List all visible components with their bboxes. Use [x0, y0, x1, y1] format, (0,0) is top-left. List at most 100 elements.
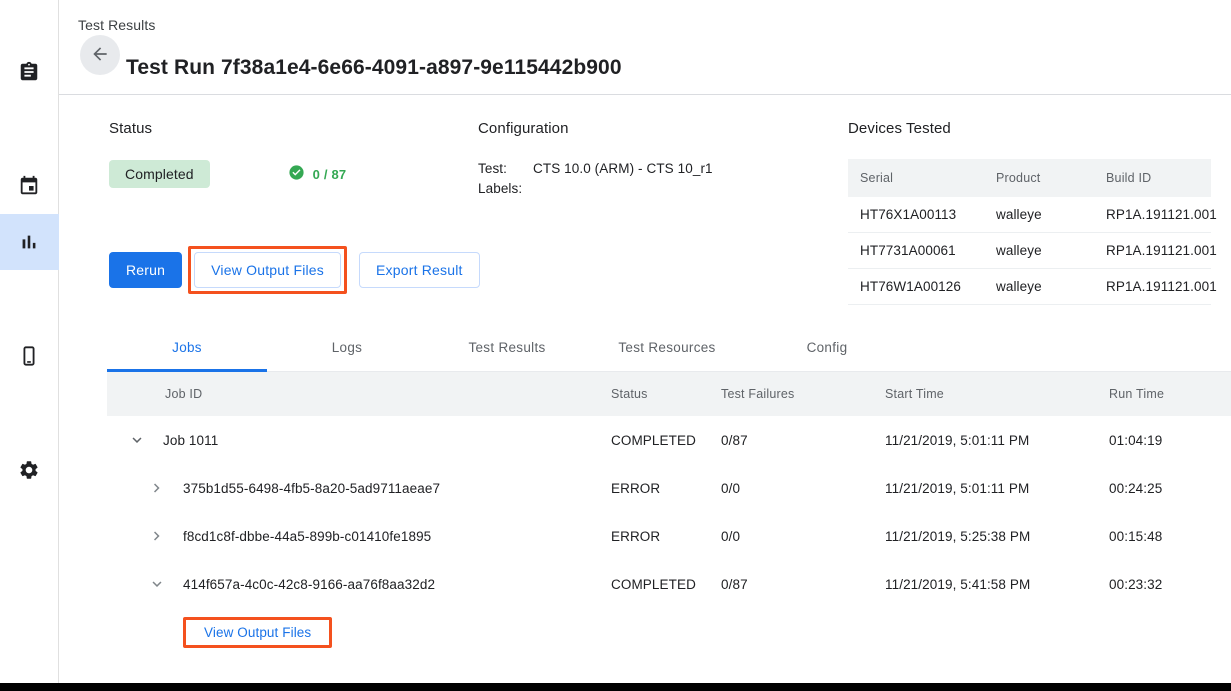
export-result-button[interactable]: Export Result [359, 252, 480, 288]
sidebar-item-test-results[interactable] [0, 214, 59, 270]
test-run-details-page: Test Results Test Run 7f38a1e4-6e66-4091… [0, 0, 1231, 691]
devices-section-title: Devices Tested [848, 120, 1230, 137]
main-content: Status Completed 0 / 87 [59, 96, 1231, 683]
phone-icon [18, 345, 40, 367]
arrow-left-icon [90, 44, 110, 67]
config-key-test: Test: [478, 159, 533, 179]
chevron-right-icon[interactable] [145, 476, 169, 500]
job-status: ERROR [611, 481, 721, 496]
table-row[interactable]: Job 1011 COMPLETED 0/87 11/21/2019, 5:01… [107, 416, 1231, 464]
table-row: HT76W1A00126 walleye RP1A.191121.001 [848, 269, 1211, 305]
job-start-time: 11/21/2019, 5:25:38 PM [885, 529, 1109, 544]
devices-column: Devices Tested Serial Product Build ID H… [848, 120, 1230, 305]
calendar-icon [18, 175, 40, 197]
table-row[interactable]: f8cd1c8f-dbbe-44a5-899b-c01410fe1895 ERR… [107, 512, 1231, 560]
device-serial: HT76W1A00126 [848, 269, 984, 305]
config-key-labels: Labels: [478, 179, 533, 199]
bar-chart-icon [18, 231, 40, 253]
job-status: COMPLETED [611, 577, 721, 592]
tab-logs[interactable]: Logs [267, 324, 427, 371]
tab-test-resources[interactable]: Test Resources [587, 324, 747, 371]
failure-count: 0 / 87 [288, 164, 347, 184]
jobs-column-run-time: Run Time [1109, 387, 1229, 401]
job-output-files-highlight: View Output Files [183, 617, 332, 648]
device-serial: HT76X1A00113 [848, 197, 984, 233]
device-build-id: RP1A.191121.001 [1094, 269, 1211, 305]
job-test-failures: 0/87 [721, 577, 885, 592]
device-build-id: RP1A.191121.001 [1094, 233, 1211, 269]
job-id-text: f8cd1c8f-dbbe-44a5-899b-c01410fe1895 [183, 529, 431, 544]
configuration-section-title: Configuration [478, 120, 838, 137]
job-detail-row: View Output Files [107, 608, 1231, 656]
chevron-right-icon[interactable] [145, 524, 169, 548]
status-column: Status Completed 0 / 87 [109, 120, 469, 189]
jobs-column-test-failures: Test Failures [721, 387, 885, 401]
job-id-text: 375b1d55-6498-4fb5-8a20-5ad9711aeae7 [183, 481, 440, 496]
configuration-column: Configuration Test: CTS 10.0 (ARM) - CTS… [478, 120, 838, 199]
job-test-failures: 0/0 [721, 529, 885, 544]
table-row[interactable]: 375b1d55-6498-4fb5-8a20-5ad9711aeae7 ERR… [107, 464, 1231, 512]
config-row-labels: Labels: [478, 179, 838, 199]
jobs-column-start-time: Start Time [885, 387, 1109, 401]
tab-jobs[interactable]: Jobs [107, 324, 267, 371]
sidebar-item-test-suites[interactable] [0, 44, 59, 100]
check-circle-icon [288, 164, 305, 184]
job-run-time: 00:24:25 [1109, 481, 1229, 496]
jobs-table: Job ID Status Test Failures Start Time R… [107, 372, 1231, 656]
job-start-time: 11/21/2019, 5:01:11 PM [885, 433, 1109, 448]
tab-config[interactable]: Config [747, 324, 907, 371]
back-button[interactable] [80, 35, 120, 75]
device-build-id: RP1A.191121.001 [1094, 197, 1211, 233]
devices-column-product: Product [984, 159, 1094, 197]
job-id-text: Job 1011 [163, 433, 218, 448]
status-row: Completed 0 / 87 [109, 159, 469, 189]
tab-bar: Jobs Logs Test Results Test Resources Co… [107, 324, 1231, 372]
table-row: HT76X1A00113 walleye RP1A.191121.001 [848, 197, 1211, 233]
breadcrumb: Test Results [78, 17, 155, 33]
sidebar-item-schedules[interactable] [0, 158, 59, 214]
device-product: walleye [984, 197, 1094, 233]
devices-column-serial: Serial [848, 159, 984, 197]
bottom-bar [0, 683, 1231, 691]
job-run-time: 00:15:48 [1109, 529, 1229, 544]
chevron-down-icon[interactable] [125, 428, 149, 452]
job-id-text: 414f657a-4c0c-42c8-9166-aa76f8aa32d2 [183, 577, 435, 592]
view-output-files-button[interactable]: View Output Files [194, 252, 341, 288]
jobs-table-header-row: Job ID Status Test Failures Start Time R… [107, 372, 1231, 416]
job-test-failures: 0/0 [721, 481, 885, 496]
sidebar-item-devices[interactable] [0, 328, 59, 384]
device-product: walleye [984, 269, 1094, 305]
rerun-button[interactable]: Rerun [109, 252, 182, 288]
sidebar-item-settings[interactable] [0, 442, 59, 498]
devices-table: Serial Product Build ID HT76X1A00113 wal… [848, 159, 1211, 305]
devices-table-header-row: Serial Product Build ID [848, 159, 1211, 197]
table-row[interactable]: 414f657a-4c0c-42c8-9166-aa76f8aa32d2 COM… [107, 560, 1231, 608]
status-badge: Completed [109, 160, 210, 188]
clipboard-icon [18, 61, 40, 83]
page-header: Test Results Test Run 7f38a1e4-6e66-4091… [59, 0, 1231, 95]
job-run-time: 01:04:19 [1109, 433, 1229, 448]
left-nav-sidebar [0, 0, 59, 683]
config-value-test: CTS 10.0 (ARM) - CTS 10_r1 [533, 159, 713, 179]
job-status: ERROR [611, 529, 721, 544]
jobs-column-status: Status [611, 387, 721, 401]
tab-test-results[interactable]: Test Results [427, 324, 587, 371]
chevron-down-icon[interactable] [145, 572, 169, 596]
view-output-files-highlight: View Output Files [188, 246, 347, 294]
job-view-output-files-link[interactable]: View Output Files [188, 625, 327, 640]
config-row-test: Test: CTS 10.0 (ARM) - CTS 10_r1 [478, 159, 838, 179]
job-status: COMPLETED [611, 433, 721, 448]
gear-icon [18, 459, 40, 481]
job-test-failures: 0/87 [721, 433, 885, 448]
page-title: Test Run 7f38a1e4-6e66-4091-a897-9e11544… [126, 56, 622, 80]
action-buttons: Rerun View Output Files Export Result [109, 246, 480, 294]
jobs-column-job-id: Job ID [107, 387, 611, 401]
job-run-time: 00:23:32 [1109, 577, 1229, 592]
device-serial: HT7731A00061 [848, 233, 984, 269]
job-start-time: 11/21/2019, 5:41:58 PM [885, 577, 1109, 592]
summary-section: Status Completed 0 / 87 [59, 96, 1231, 296]
failure-count-text: 0 / 87 [313, 167, 347, 182]
devices-column-build-id: Build ID [1094, 159, 1211, 197]
device-product: walleye [984, 233, 1094, 269]
table-row: HT7731A00061 walleye RP1A.191121.001 [848, 233, 1211, 269]
